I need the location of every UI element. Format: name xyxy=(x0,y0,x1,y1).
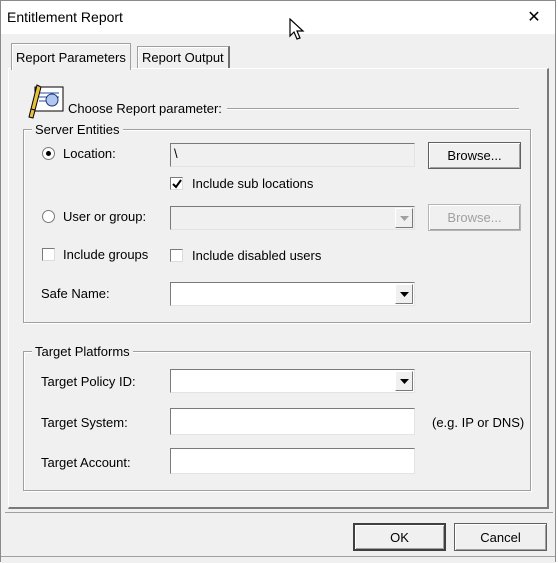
location-radio[interactable] xyxy=(42,147,55,160)
tab-label: Report Output xyxy=(142,50,224,65)
tab-label: Report Parameters xyxy=(16,49,126,65)
include-sub-locations-label: Include sub locations xyxy=(192,176,314,191)
radio-selected-dot xyxy=(46,151,51,156)
target-platforms-title: Target Platforms xyxy=(32,344,133,359)
window-title: Entitlement Report xyxy=(7,9,123,25)
title-bar[interactable]: Entitlement Report ✕ xyxy=(1,1,555,34)
target-policy-id-combo[interactable] xyxy=(170,369,415,393)
target-account-field[interactable] xyxy=(170,448,415,474)
user-or-group-combo[interactable] xyxy=(170,206,415,230)
dropdown-button[interactable] xyxy=(395,284,413,304)
target-system-hint: (e.g. IP or DNS) xyxy=(432,415,525,430)
safe-name-combo[interactable] xyxy=(170,282,415,306)
include-sub-locations-checkbox[interactable] xyxy=(170,177,183,190)
include-disabled-users-checkbox[interactable] xyxy=(170,249,183,262)
include-groups-checkbox[interactable] xyxy=(42,248,55,261)
close-icon: ✕ xyxy=(527,9,541,26)
location-browse-button[interactable]: Browse... xyxy=(428,142,521,169)
button-label: OK xyxy=(390,529,409,545)
chevron-down-icon xyxy=(399,215,409,221)
target-policy-id-label: Target Policy ID: xyxy=(41,374,136,389)
tab-report-parameters[interactable]: Report Parameters xyxy=(11,43,131,70)
server-entities-title: Server Entities xyxy=(32,122,123,137)
safe-name-label: Safe Name: xyxy=(41,286,110,301)
close-button[interactable]: ✕ xyxy=(521,5,547,29)
chevron-down-icon xyxy=(399,378,409,384)
user-or-group-radio[interactable] xyxy=(42,210,55,223)
include-disabled-users-label: Include disabled users xyxy=(192,248,322,263)
target-system-label: Target System: xyxy=(41,415,128,430)
panel-bottom-divider xyxy=(5,512,553,513)
header-divider xyxy=(227,108,519,110)
ok-button[interactable]: OK xyxy=(353,523,446,551)
user-or-group-browse-button[interactable]: Browse... xyxy=(428,204,521,231)
target-account-label: Target Account: xyxy=(41,455,131,470)
mouse-pointer-icon xyxy=(289,18,305,40)
checkmark-icon xyxy=(171,178,182,189)
location-field[interactable]: \ xyxy=(170,143,415,167)
button-label: Browse... xyxy=(447,210,502,225)
cancel-button[interactable]: Cancel xyxy=(454,523,547,551)
tab-report-output[interactable]: Report Output xyxy=(137,46,230,68)
button-label: Browse... xyxy=(447,148,502,163)
dropdown-button[interactable] xyxy=(395,371,413,391)
button-label: Cancel xyxy=(480,529,521,545)
target-system-field[interactable] xyxy=(170,408,415,435)
choose-report-parameter-label: Choose Report parameter: xyxy=(68,101,226,116)
location-label: Location: xyxy=(63,146,116,161)
include-groups-label: Include groups xyxy=(63,247,149,262)
dropdown-button[interactable] xyxy=(395,208,413,228)
user-or-group-label: User or group: xyxy=(63,209,147,224)
chevron-down-icon xyxy=(399,291,409,297)
entitlement-report-dialog: Entitlement Report ✕ Report Parameters R… xyxy=(0,0,556,563)
report-parameters-icon xyxy=(28,84,64,119)
